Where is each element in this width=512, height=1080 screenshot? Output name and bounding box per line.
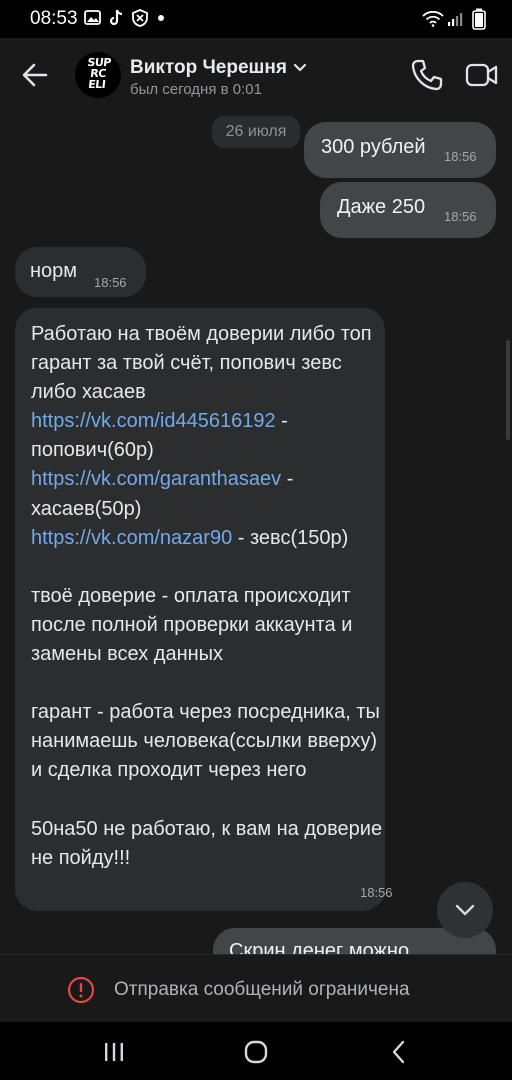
message-bubble-incoming[interactable]: Работаю на твоём доверии либо топ гарант… [15, 308, 393, 911]
nav-back-icon[interactable] [386, 1038, 414, 1066]
link-popovich[interactable]: https://vk.com/id445616192 [31, 410, 276, 432]
avatar-logo: SUP RC ELI [86, 56, 112, 91]
message-time: 18:56 [444, 149, 477, 164]
avatar[interactable]: SUP RC ELI [75, 52, 121, 98]
scroll-down-button[interactable] [437, 882, 493, 938]
chevron-down-icon [455, 904, 475, 916]
message-text: Скрин денег можно [229, 940, 410, 954]
dot-icon [158, 15, 164, 21]
home-icon[interactable] [242, 1038, 270, 1066]
last-seen: был сегодня в 0:01 [130, 81, 262, 98]
link-zevs[interactable]: https://vk.com/nazar90 [31, 527, 232, 549]
text-segment: Работаю на твоём доверии либо топ гарант… [31, 323, 372, 404]
scrollbar[interactable] [506, 340, 510, 440]
message-bubble-incoming[interactable]: норм 18:56 [15, 247, 146, 297]
link-hasaev[interactable]: https://vk.com/garanthasaev [31, 468, 281, 490]
video-call-icon[interactable] [465, 60, 499, 90]
text-segment: - зевс(150р) твоё доверие - оплата проис… [31, 526, 383, 869]
contact-name[interactable]: Виктор Черешня [130, 57, 287, 79]
message-text: 300 рублей [321, 136, 426, 158]
message-bubble-outgoing[interactable]: Даже 250 18:56 [320, 182, 496, 238]
message-time: 18:56 [444, 209, 477, 224]
signal-icon [448, 13, 463, 26]
status-bar: 08:53 [0, 0, 512, 38]
message-list[interactable]: 26 июля 300 рублей 18:56 Даже 250 18:56 … [0, 112, 512, 954]
message-time: 18:56 [94, 275, 127, 290]
shield-icon [132, 9, 148, 27]
back-arrow-icon[interactable] [20, 60, 50, 90]
message-text: Работаю на твоём доверии либо топ гарант… [31, 320, 391, 873]
wifi-icon [422, 11, 444, 27]
chat-header: SUP RC ELI Виктор Черешня был сегодня в … [0, 38, 512, 112]
messaging-restricted-banner: Отправка сообщений ограничена [0, 954, 512, 1022]
gallery-icon [84, 10, 101, 25]
message-text: норм [30, 260, 78, 282]
message-bubble-outgoing[interactable]: 300 рублей 18:56 [304, 122, 496, 178]
tiktok-icon [109, 9, 123, 26]
restriction-text: Отправка сообщений ограничена [114, 979, 410, 1000]
chevron-down-icon[interactable] [292, 60, 308, 76]
recent-apps-icon[interactable] [100, 1038, 128, 1066]
warning-icon [67, 976, 95, 1004]
system-nav-bar [0, 1022, 512, 1080]
phone-icon[interactable] [410, 58, 444, 92]
message-text: Даже 250 [337, 196, 426, 218]
message-time: 18:56 [360, 885, 393, 900]
status-time: 08:53 [30, 8, 78, 29]
battery-icon [472, 8, 486, 30]
date-separator: 26 июля [212, 116, 300, 148]
